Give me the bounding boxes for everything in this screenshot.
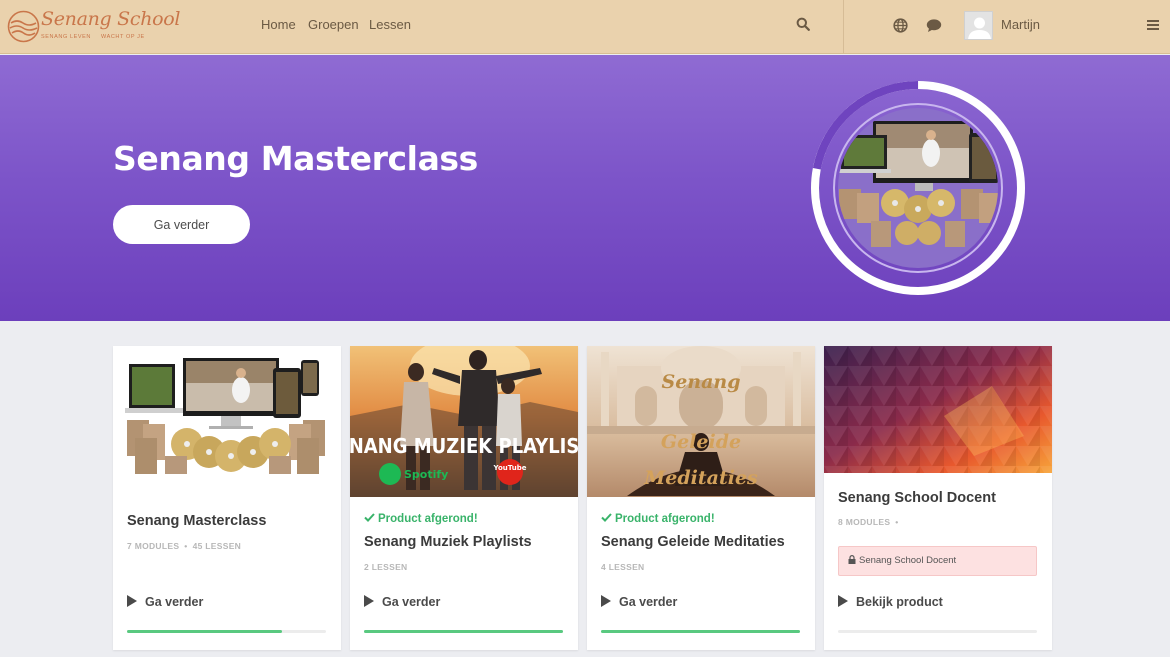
continue-button[interactable]: Ga verder xyxy=(127,595,203,609)
action-label: Bekijk product xyxy=(856,595,943,609)
play-icon xyxy=(364,595,374,607)
senang-school-logo[interactable]: Senang School SENANG LEVEN WACHT OP JE xyxy=(7,8,181,46)
card-title[interactable]: Senang School Docent xyxy=(838,490,996,506)
course-thumbnail-masterclass xyxy=(113,346,341,496)
menu-icon[interactable] xyxy=(1147,19,1159,31)
course-card-senang-school-docent[interactable]: Senang School Docent 8 MODULES • Senang S… xyxy=(824,346,1052,650)
logo-tagline-right: WACHT OP JE xyxy=(101,34,145,40)
hero-banner: Senang Masterclass Ga verder xyxy=(0,55,1170,321)
course-thumbnail-geleide-meditaties: Senang Geleide Meditaties xyxy=(587,346,815,497)
nav-groepen[interactable]: Groepen xyxy=(308,17,359,32)
hero-progress-ring xyxy=(811,81,1025,295)
course-card-senang-geleide-meditaties[interactable]: Senang Geleide Meditaties Product afgero… xyxy=(587,346,815,650)
globe-icon[interactable] xyxy=(893,18,908,33)
card-title[interactable]: Senang Masterclass xyxy=(127,513,266,529)
view-product-button[interactable]: Bekijk product xyxy=(838,595,943,609)
completed-badge: Product afgerond! xyxy=(601,513,715,525)
play-icon xyxy=(838,595,848,607)
completed-label: Product afgerond! xyxy=(378,513,478,525)
hero-title: Senang Masterclass xyxy=(113,139,478,178)
progress-bar-fill xyxy=(364,630,563,633)
search-icon[interactable] xyxy=(796,17,810,31)
youtube-icon xyxy=(497,459,523,485)
completed-label: Product afgerond! xyxy=(615,513,715,525)
logo-tagline-left: SENANG LEVEN xyxy=(41,34,91,40)
card-lesson-count: 45 LESSEN xyxy=(192,541,242,551)
thumbnail-text-line2: Geleide xyxy=(661,431,741,453)
header-divider xyxy=(843,0,844,54)
action-label: Ga verder xyxy=(619,595,678,609)
top-navigation-bar: Senang School SENANG LEVEN WACHT OP JE Ho… xyxy=(0,0,1170,54)
access-label: Senang School Docent xyxy=(859,555,957,566)
progress-bar xyxy=(127,630,326,633)
progress-bar xyxy=(838,630,1037,633)
meta-separator: • xyxy=(184,541,188,551)
hero-course-image xyxy=(838,108,998,268)
progress-bar xyxy=(601,630,800,633)
card-meta: 8 MODULES • xyxy=(838,517,904,527)
access-required-badge: Senang School Docent xyxy=(838,546,1037,576)
spotify-badge: Spotify xyxy=(404,468,448,481)
play-icon xyxy=(127,595,137,607)
logo-tagline: SENANG LEVEN WACHT OP JE xyxy=(41,34,155,40)
course-thumbnail-docent xyxy=(824,346,1052,473)
meta-separator: • xyxy=(895,517,899,527)
play-icon xyxy=(601,595,611,607)
continue-button[interactable]: Ga verder xyxy=(364,595,440,609)
course-card-senang-masterclass[interactable]: Senang Masterclass 7 MODULES • 45 LESSEN G… xyxy=(113,346,341,650)
nav-lessen[interactable]: Lessen xyxy=(369,17,411,32)
course-thumbnail-muziek-playlists: SENANG MUZIEK PLAYLISTS Spotify YouTube xyxy=(350,346,578,497)
chat-icon[interactable] xyxy=(926,18,942,33)
lock-icon xyxy=(848,555,856,564)
hero-continue-button[interactable]: Ga verder xyxy=(113,205,250,244)
thumbnail-text-line3: Meditaties xyxy=(643,467,758,489)
continue-button[interactable]: Ga verder xyxy=(601,595,677,609)
progress-bar-fill xyxy=(127,630,283,633)
progress-bar-fill xyxy=(601,630,800,633)
action-label: Ga verder xyxy=(382,595,441,609)
action-label: Ga verder xyxy=(145,595,204,609)
progress-bar xyxy=(364,630,563,633)
card-title[interactable]: Senang Geleide Meditaties xyxy=(601,534,785,550)
card-lesson-count: 2 LESSEN xyxy=(364,562,408,572)
nav-home[interactable]: Home xyxy=(261,17,296,32)
avatar-placeholder-icon xyxy=(968,17,991,39)
completed-badge: Product afgerond! xyxy=(364,513,478,525)
thumbnail-text-line1: Senang xyxy=(661,371,740,393)
card-module-count: 7 MODULES xyxy=(127,541,180,551)
user-name[interactable]: Martijn xyxy=(1001,17,1040,32)
check-icon xyxy=(601,513,612,522)
course-card-senang-muziek-playlists[interactable]: SENANG MUZIEK PLAYLISTS Spotify YouTube … xyxy=(350,346,578,650)
avatar[interactable] xyxy=(964,11,993,40)
spotify-icon xyxy=(379,463,401,485)
card-meta: 7 MODULES • 45 LESSEN xyxy=(127,541,241,551)
youtube-badge: YouTube xyxy=(493,464,527,472)
check-icon xyxy=(364,513,375,522)
card-module-count: 8 MODULES xyxy=(838,517,891,527)
card-lesson-count: 4 LESSEN xyxy=(601,562,645,572)
logo-name: Senang School xyxy=(41,8,181,30)
card-title[interactable]: Senang Muziek Playlists xyxy=(364,534,532,550)
logo-mark-icon xyxy=(7,10,40,43)
thumbnail-text: SENANG MUZIEK PLAYLISTS xyxy=(350,434,578,458)
